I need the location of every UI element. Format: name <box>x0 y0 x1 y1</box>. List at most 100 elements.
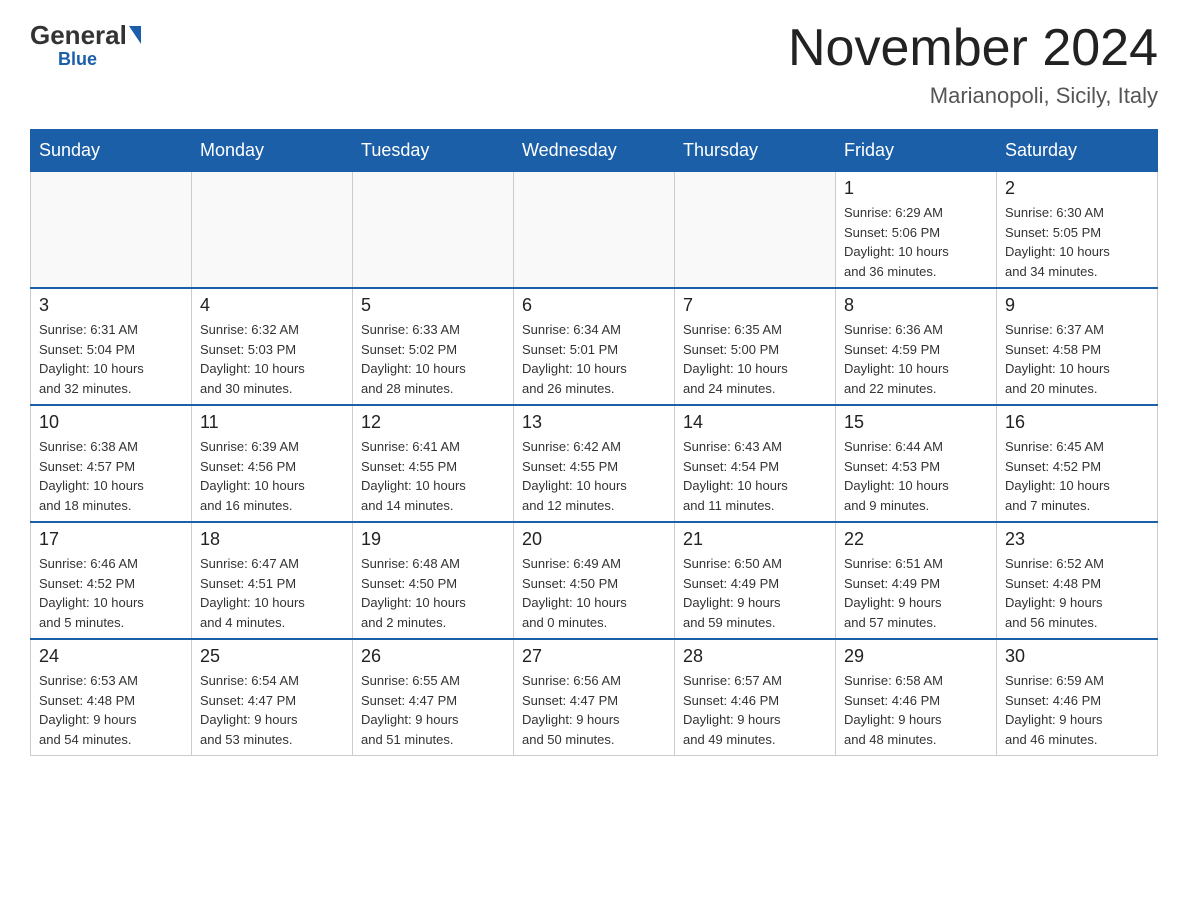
week-row-3: 10Sunrise: 6:38 AM Sunset: 4:57 PM Dayli… <box>31 405 1158 522</box>
calendar-cell <box>353 172 514 289</box>
day-number: 18 <box>200 529 344 550</box>
day-info: Sunrise: 6:47 AM Sunset: 4:51 PM Dayligh… <box>200 554 344 632</box>
calendar-cell: 8 Sunrise: 6:36 AM Sunset: 4:59 PM Daylig… <box>836 288 997 405</box>
calendar-cell: 3 Sunrise: 6:31 AM Sunset: 5:04 PM Daylig… <box>31 288 192 405</box>
weekday-header-tuesday: Tuesday <box>353 130 514 172</box>
logo-blue-text: Blue <box>58 49 97 70</box>
day-info: Sunrise: 6:36 AM Sunset: 4:59 PM Dayligh… <box>844 320 988 398</box>
page-header: General Blue November 2024 Marianopoli, … <box>30 20 1158 109</box>
day-number: 3 <box>39 295 183 316</box>
day-info: Sunrise: 6:35 AM Sunset: 5:00 PM Dayligh… <box>683 320 827 398</box>
calendar-cell: 12Sunrise: 6:41 AM Sunset: 4:55 PM Dayli… <box>353 405 514 522</box>
logo-general-text: General <box>30 20 127 51</box>
day-info: Sunrise: 6:43 AM Sunset: 4:54 PM Dayligh… <box>683 437 827 515</box>
calendar-cell: 5 Sunrise: 6:33 AM Sunset: 5:02 PM Daylig… <box>353 288 514 405</box>
calendar-cell: 30 Sunrise: 6:59 AM Sunset: 4:46 PM Dayli… <box>997 639 1158 756</box>
day-info: Sunrise: 6:57 AM Sunset: 4:46 PM Dayligh… <box>683 671 827 749</box>
calendar-cell: 10Sunrise: 6:38 AM Sunset: 4:57 PM Dayli… <box>31 405 192 522</box>
day-info: Sunrise: 6:38 AM Sunset: 4:57 PM Dayligh… <box>39 437 183 515</box>
calendar-cell: 2 Sunrise: 6:30 AM Sunset: 5:05 PM Daylig… <box>997 172 1158 289</box>
day-info: Sunrise: 6:33 AM Sunset: 5:02 PM Dayligh… <box>361 320 505 398</box>
day-info: Sunrise: 6:52 AM Sunset: 4:48 PM Dayligh… <box>1005 554 1149 632</box>
day-number: 28 <box>683 646 827 667</box>
day-info: Sunrise: 6:53 AM Sunset: 4:48 PM Dayligh… <box>39 671 183 749</box>
week-row-2: 3 Sunrise: 6:31 AM Sunset: 5:04 PM Daylig… <box>31 288 1158 405</box>
calendar-cell: 17 Sunrise: 6:46 AM Sunset: 4:52 PM Dayli… <box>31 522 192 639</box>
calendar-cell: 11Sunrise: 6:39 AM Sunset: 4:56 PM Dayli… <box>192 405 353 522</box>
day-info: Sunrise: 6:54 AM Sunset: 4:47 PM Dayligh… <box>200 671 344 749</box>
day-info: Sunrise: 6:31 AM Sunset: 5:04 PM Dayligh… <box>39 320 183 398</box>
calendar-cell: 26 Sunrise: 6:55 AM Sunset: 4:47 PM Dayli… <box>353 639 514 756</box>
day-info: Sunrise: 6:34 AM Sunset: 5:01 PM Dayligh… <box>522 320 666 398</box>
calendar-cell: 28 Sunrise: 6:57 AM Sunset: 4:46 PM Dayli… <box>675 639 836 756</box>
calendar-cell: 25 Sunrise: 6:54 AM Sunset: 4:47 PM Dayli… <box>192 639 353 756</box>
day-number: 22 <box>844 529 988 550</box>
calendar-cell: 14 Sunrise: 6:43 AM Sunset: 4:54 PM Dayli… <box>675 405 836 522</box>
calendar-cell: 13Sunrise: 6:42 AM Sunset: 4:55 PM Dayli… <box>514 405 675 522</box>
calendar-table: SundayMondayTuesdayWednesdayThursdayFrid… <box>30 129 1158 756</box>
day-number: 19 <box>361 529 505 550</box>
day-info: Sunrise: 6:55 AM Sunset: 4:47 PM Dayligh… <box>361 671 505 749</box>
day-info: Sunrise: 6:58 AM Sunset: 4:46 PM Dayligh… <box>844 671 988 749</box>
weekday-header-saturday: Saturday <box>997 130 1158 172</box>
day-info: Sunrise: 6:29 AM Sunset: 5:06 PM Dayligh… <box>844 203 988 281</box>
day-number: 24 <box>39 646 183 667</box>
day-number: 27 <box>522 646 666 667</box>
day-number: 17 <box>39 529 183 550</box>
day-info: Sunrise: 6:49 AM Sunset: 4:50 PM Dayligh… <box>522 554 666 632</box>
day-number: 25 <box>200 646 344 667</box>
calendar-cell: 22 Sunrise: 6:51 AM Sunset: 4:49 PM Dayli… <box>836 522 997 639</box>
calendar-cell: 15 Sunrise: 6:44 AM Sunset: 4:53 PM Dayli… <box>836 405 997 522</box>
day-number: 5 <box>361 295 505 316</box>
day-number: 20 <box>522 529 666 550</box>
calendar-cell: 1 Sunrise: 6:29 AM Sunset: 5:06 PM Daylig… <box>836 172 997 289</box>
calendar-cell: 18 Sunrise: 6:47 AM Sunset: 4:51 PM Dayli… <box>192 522 353 639</box>
day-info: Sunrise: 6:37 AM Sunset: 4:58 PM Dayligh… <box>1005 320 1149 398</box>
day-info: Sunrise: 6:45 AM Sunset: 4:52 PM Dayligh… <box>1005 437 1149 515</box>
day-number: 26 <box>361 646 505 667</box>
calendar-title: November 2024 <box>788 20 1158 77</box>
day-info: Sunrise: 6:48 AM Sunset: 4:50 PM Dayligh… <box>361 554 505 632</box>
calendar-cell: 19 Sunrise: 6:48 AM Sunset: 4:50 PM Dayli… <box>353 522 514 639</box>
week-row-5: 24 Sunrise: 6:53 AM Sunset: 4:48 PM Dayli… <box>31 639 1158 756</box>
day-number: 8 <box>844 295 988 316</box>
day-number: 30 <box>1005 646 1149 667</box>
day-info: Sunrise: 6:51 AM Sunset: 4:49 PM Dayligh… <box>844 554 988 632</box>
day-number: 14 <box>683 412 827 433</box>
logo-triangle-icon <box>129 26 141 44</box>
day-number: 2 <box>1005 178 1149 199</box>
day-number: 1 <box>844 178 988 199</box>
day-info: Sunrise: 6:59 AM Sunset: 4:46 PM Dayligh… <box>1005 671 1149 749</box>
day-info: Sunrise: 6:30 AM Sunset: 5:05 PM Dayligh… <box>1005 203 1149 281</box>
day-info: Sunrise: 6:39 AM Sunset: 4:56 PM Dayligh… <box>200 437 344 515</box>
calendar-cell <box>31 172 192 289</box>
day-info: Sunrise: 6:46 AM Sunset: 4:52 PM Dayligh… <box>39 554 183 632</box>
week-row-1: 1 Sunrise: 6:29 AM Sunset: 5:06 PM Daylig… <box>31 172 1158 289</box>
day-number: 12 <box>361 412 505 433</box>
day-info: Sunrise: 6:50 AM Sunset: 4:49 PM Dayligh… <box>683 554 827 632</box>
calendar-cell: 6 Sunrise: 6:34 AM Sunset: 5:01 PM Daylig… <box>514 288 675 405</box>
weekday-header-thursday: Thursday <box>675 130 836 172</box>
day-info: Sunrise: 6:44 AM Sunset: 4:53 PM Dayligh… <box>844 437 988 515</box>
calendar-cell: 20 Sunrise: 6:49 AM Sunset: 4:50 PM Dayli… <box>514 522 675 639</box>
day-number: 21 <box>683 529 827 550</box>
day-number: 15 <box>844 412 988 433</box>
weekday-header-row: SundayMondayTuesdayWednesdayThursdayFrid… <box>31 130 1158 172</box>
day-number: 6 <box>522 295 666 316</box>
logo: General Blue <box>30 20 141 70</box>
week-row-4: 17 Sunrise: 6:46 AM Sunset: 4:52 PM Dayli… <box>31 522 1158 639</box>
weekday-header-friday: Friday <box>836 130 997 172</box>
weekday-header-sunday: Sunday <box>31 130 192 172</box>
calendar-cell <box>192 172 353 289</box>
day-number: 9 <box>1005 295 1149 316</box>
calendar-cell <box>675 172 836 289</box>
calendar-cell: 24 Sunrise: 6:53 AM Sunset: 4:48 PM Dayli… <box>31 639 192 756</box>
day-number: 4 <box>200 295 344 316</box>
day-number: 29 <box>844 646 988 667</box>
calendar-cell: 27Sunrise: 6:56 AM Sunset: 4:47 PM Dayli… <box>514 639 675 756</box>
day-number: 13 <box>522 412 666 433</box>
calendar-subtitle: Marianopoli, Sicily, Italy <box>788 83 1158 109</box>
title-section: November 2024 Marianopoli, Sicily, Italy <box>788 20 1158 109</box>
calendar-cell: 4Sunrise: 6:32 AM Sunset: 5:03 PM Daylig… <box>192 288 353 405</box>
calendar-cell: 29 Sunrise: 6:58 AM Sunset: 4:46 PM Dayli… <box>836 639 997 756</box>
